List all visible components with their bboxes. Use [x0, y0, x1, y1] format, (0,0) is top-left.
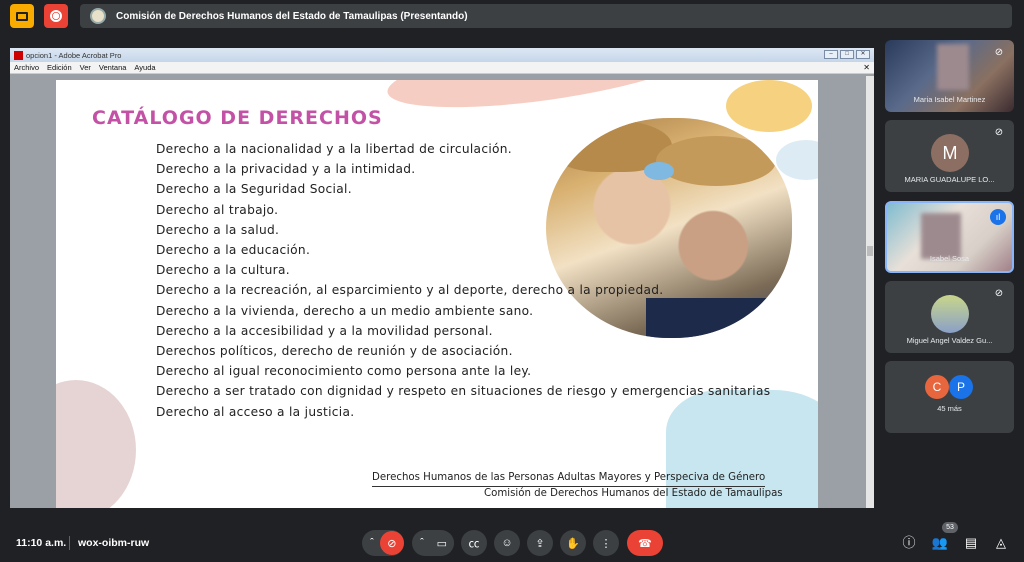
- participant-tile-3-speaking[interactable]: ıl Isabel Sosa: [885, 201, 1014, 273]
- stop-presenting-button[interactable]: [10, 4, 34, 28]
- list-item: Derecho a la recreación, al esparcimient…: [156, 283, 664, 298]
- list-item: Derecho al acceso a la justicia.: [156, 404, 355, 419]
- slide-footer-subtitle: Derechos Humanos de las Personas Adultas…: [372, 472, 766, 487]
- mic-off-icon: ⊘: [994, 288, 1004, 299]
- participant-tile-1[interactable]: ⊘ Maria Isabel Martinez: [885, 40, 1014, 112]
- captions-button[interactable]: ㏄: [461, 530, 487, 556]
- meeting-code: wox-oibm-ruw: [78, 537, 150, 549]
- bottom-control-bar: 11:10 a.m. wox-oibm-ruw ˆ ⊘ ˆ ▭ ㏄ ☺ ⇪ ✋ …: [0, 520, 1024, 562]
- avatar: P: [949, 375, 973, 399]
- presentation-banner: Comisión de Derechos Humanos del Estado …: [80, 4, 1012, 28]
- acrobat-window-title: opcion1 - Adobe Acrobat Pro: [26, 50, 122, 60]
- mic-off-button[interactable]: ⊘: [379, 531, 404, 555]
- list-item: Derecho a la accesibilidad y a la movili…: [156, 323, 493, 338]
- chevron-up-icon[interactable]: ˆ: [420, 537, 424, 549]
- avatar: M: [931, 134, 969, 172]
- participant-video: [921, 213, 961, 259]
- chevron-up-icon[interactable]: ˆ: [370, 537, 374, 549]
- raise-hand-button[interactable]: ✋: [560, 530, 586, 556]
- mic-off-icon: ⊘: [994, 47, 1004, 58]
- acrobat-title-bar: opcion1 - Adobe Acrobat Pro – □ ✕: [10, 48, 874, 62]
- avatar: C: [925, 375, 949, 399]
- menu-ventana[interactable]: Ventana: [99, 63, 127, 72]
- reactions-button[interactable]: ☺: [494, 530, 520, 556]
- deco-blob-top: [776, 140, 818, 180]
- mic-off-icon: ⊘: [994, 127, 1004, 138]
- more-vert-icon: ⋮: [600, 537, 612, 550]
- camera-icon[interactable]: ▭: [429, 531, 454, 555]
- leave-call-button[interactable]: ☎: [627, 530, 663, 556]
- list-item: Derecho al trabajo.: [156, 202, 279, 217]
- top-bar: Comisión de Derechos Humanos del Estado …: [0, 0, 1024, 32]
- record-button[interactable]: [44, 4, 68, 28]
- more-count: 45 más: [937, 404, 962, 413]
- close-icon[interactable]: ✕: [856, 50, 870, 59]
- activities-icon[interactable]: ◬: [992, 534, 1010, 552]
- presenter-logo-icon: [90, 8, 106, 24]
- presentation-title: Comisión de Derechos Humanos del Estado …: [116, 10, 468, 22]
- people-icon[interactable]: 👥: [931, 534, 949, 552]
- participant-name: Miguel Angel Valdez Gu...: [906, 336, 993, 345]
- list-item: Derecho a la cultura.: [156, 263, 290, 278]
- pdf-slide: CATÁLOGO DE DERECHOS Derecho a la nacion…: [56, 80, 818, 508]
- list-item: Derecho a ser tratado con dignidad y res…: [156, 384, 771, 399]
- clock: 11:10 a.m.: [16, 537, 67, 549]
- hand-icon: ✋: [566, 537, 580, 550]
- list-item: Derecho a la salud.: [156, 222, 280, 237]
- list-item: Derecho a la nacionalidad y a la liberta…: [156, 142, 512, 156]
- chat-icon[interactable]: ▤: [962, 534, 980, 552]
- speaking-indicator-icon: ıl: [990, 209, 1006, 225]
- minimize-icon[interactable]: –: [824, 50, 838, 59]
- rights-list: Derecho a la nacionalidad y a la liberta…: [156, 139, 770, 422]
- participant-tile-2[interactable]: ⊘ M MARIA GUADALUPE LO...: [885, 120, 1014, 192]
- list-item: Derecho a la vivienda, derecho a un medi…: [156, 303, 534, 318]
- deco-brush: [383, 80, 709, 122]
- present-button[interactable]: ⇪: [527, 530, 553, 556]
- hang-up-icon: ☎: [638, 537, 652, 550]
- slide-footer-org: Comisión de Derechos Humanos del Estado …: [484, 488, 783, 499]
- list-item: Derecho a la educación.: [156, 243, 311, 258]
- maximize-icon[interactable]: □: [840, 50, 854, 59]
- record-icon: [50, 10, 62, 22]
- list-item: Derecho a la privacidad y a la intimidad…: [156, 162, 416, 177]
- slide-title: CATÁLOGO DE DERECHOS: [92, 107, 383, 129]
- document-scrollbar[interactable]: [866, 76, 874, 508]
- menu-ayuda[interactable]: Ayuda: [134, 63, 155, 72]
- participant-name: Maria Isabel Martinez: [913, 95, 986, 104]
- menu-ver[interactable]: Ver: [80, 63, 91, 72]
- document-close-icon[interactable]: ✕: [863, 63, 870, 72]
- participant-name: Isabel Sosa: [929, 254, 970, 263]
- avatar: [931, 295, 969, 333]
- list-item: Derecho al igual reconocimiento como per…: [156, 364, 532, 379]
- camera-control[interactable]: ˆ ▭: [412, 530, 454, 556]
- emoji-icon: ☺: [501, 537, 513, 549]
- deco-sun: [726, 80, 812, 132]
- pdf-icon: [14, 50, 23, 60]
- list-item: Derechos políticos, derecho de reunión y…: [156, 344, 513, 359]
- microphone-control[interactable]: ˆ ⊘: [362, 530, 404, 556]
- deco-blob-left: [56, 380, 136, 508]
- menu-edicion[interactable]: Edición: [47, 63, 72, 72]
- participant-video: [937, 44, 969, 90]
- present-icon: ⇪: [535, 537, 545, 550]
- present-off-icon: [16, 11, 28, 21]
- acrobat-menu-bar: Archivo Edición Ver Ventana Ayuda ✕: [10, 62, 874, 74]
- menu-archivo[interactable]: Archivo: [14, 63, 39, 72]
- meeting-info-icon[interactable]: ⓘ: [900, 534, 918, 552]
- more-options-button[interactable]: ⋮: [593, 530, 619, 556]
- list-item: Derecho a la Seguridad Social.: [156, 182, 352, 197]
- more-participants-tile[interactable]: C P 45 más: [885, 361, 1014, 433]
- participants-count-badge: 53: [942, 522, 958, 533]
- participant-tile-4[interactable]: ⊘ Miguel Angel Valdez Gu...: [885, 281, 1014, 353]
- captions-icon: ㏄: [468, 538, 480, 550]
- participant-name: MARIA GUADALUPE LO...: [904, 175, 995, 184]
